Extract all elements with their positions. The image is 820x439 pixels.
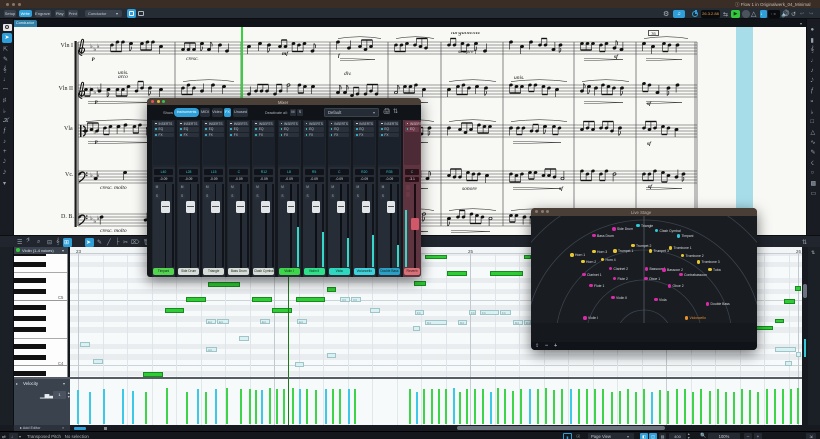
svg-text:p: p (91, 56, 95, 62)
svg-text:f: f (338, 53, 341, 59)
svg-text:p: p (94, 139, 98, 145)
svg-text:largamente: largamente (451, 32, 480, 36)
svg-text:sf: sf (646, 141, 652, 147)
svg-text:sf: sf (558, 186, 564, 192)
svg-text:unis.: unis. (514, 75, 525, 81)
svg-text:sf: sf (613, 54, 619, 60)
svg-text:♭: ♭ (97, 215, 100, 222)
svg-text:cresc. molto: cresc. molto (100, 228, 127, 234)
svg-text:mf: mf (282, 51, 289, 57)
svg-text:♭: ♭ (97, 43, 100, 50)
svg-text:arco: arco (118, 74, 128, 80)
svg-text:cresc. molto: cresc. molto (100, 185, 127, 191)
svg-text:sempre f: sempre f (458, 48, 478, 55)
svg-text:cresc.: cresc. (186, 56, 199, 62)
svg-text:sonore: sonore (462, 186, 477, 192)
svg-text:sf: sf (647, 184, 653, 190)
svg-text:div.: div. (344, 71, 352, 77)
svg-text:p: p (94, 99, 98, 105)
svg-text:sf: sf (646, 101, 652, 107)
